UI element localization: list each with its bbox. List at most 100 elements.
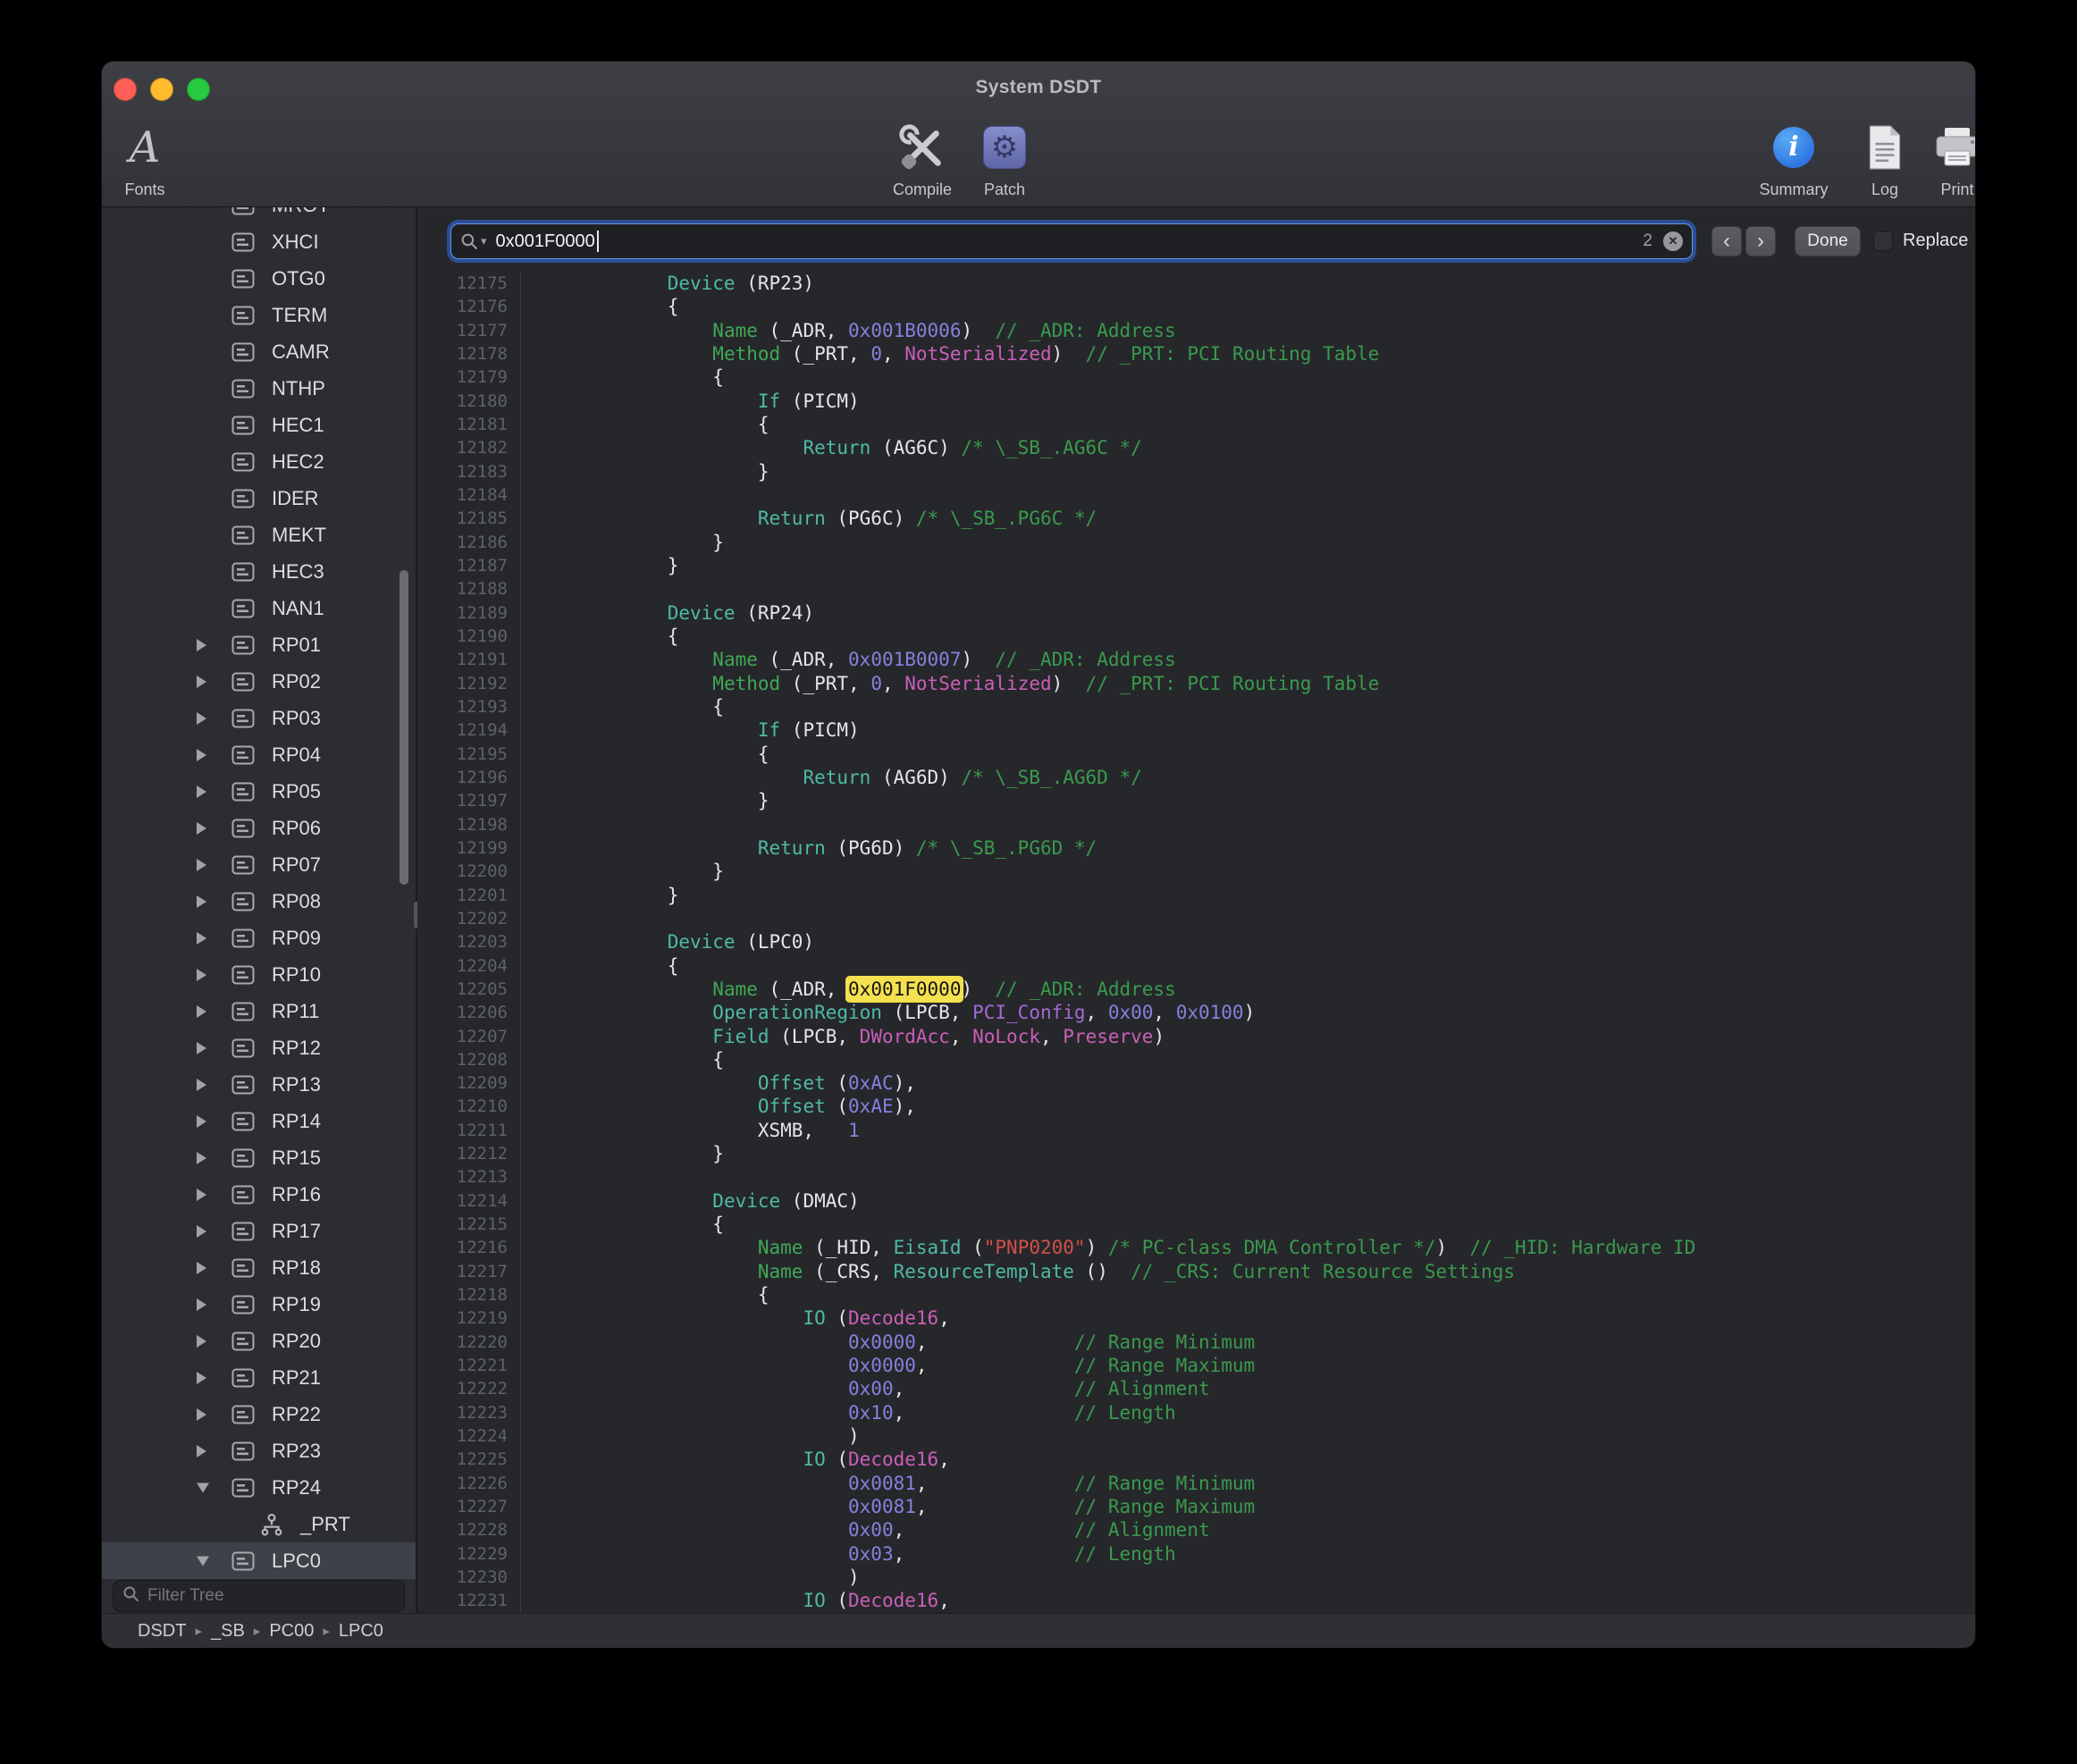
code-line[interactable]: 12210 Offset (0xAE), xyxy=(417,1095,1975,1118)
code-line[interactable]: 12227 0x0081, // Range Maximum xyxy=(417,1495,1975,1518)
filter-tree-input[interactable]: Filter Tree xyxy=(113,1580,405,1612)
tree-item-rp24[interactable]: RP24 xyxy=(102,1469,416,1506)
disclosure-collapsed-icon[interactable] xyxy=(197,969,206,981)
code-line[interactable]: 12183 } xyxy=(417,460,1975,483)
tree-item-rp13[interactable]: RP13 xyxy=(102,1066,416,1103)
code-line[interactable]: 12216 Name (_HID, EisaId ("PNP0200") /* … xyxy=(417,1236,1975,1259)
tree-item-rp06[interactable]: RP06 xyxy=(102,810,416,846)
code-line[interactable]: 12218 { xyxy=(417,1283,1975,1306)
tree-item-lpc0[interactable]: LPC0 xyxy=(102,1542,416,1579)
breadcrumb-item-pc00[interactable]: PC00 xyxy=(269,1621,314,1642)
tree-item-rp19[interactable]: RP19 xyxy=(102,1286,416,1323)
code-line[interactable]: 12213 xyxy=(417,1165,1975,1189)
disclosure-collapsed-icon[interactable] xyxy=(197,785,206,798)
disclosure-collapsed-icon[interactable] xyxy=(197,1372,206,1384)
clear-search-button[interactable]: ✕ xyxy=(1663,231,1683,251)
code-line[interactable]: 12231 IO (Decode16, xyxy=(417,1589,1975,1612)
breadcrumb-item-dsdt[interactable]: DSDT xyxy=(138,1621,186,1642)
code-line[interactable]: 12203 Device (LPC0) xyxy=(417,930,1975,953)
tree-item-rp01[interactable]: RP01 xyxy=(102,626,416,663)
disclosure-collapsed-icon[interactable] xyxy=(197,676,206,688)
code-line[interactable]: 12195 { xyxy=(417,743,1975,766)
code-line[interactable]: 12204 { xyxy=(417,954,1975,978)
code-line[interactable]: 12219 IO (Decode16, xyxy=(417,1306,1975,1330)
tree-item-rp18[interactable]: RP18 xyxy=(102,1249,416,1286)
tree-item-rp21[interactable]: RP21 xyxy=(102,1359,416,1396)
disclosure-collapsed-icon[interactable] xyxy=(197,932,206,945)
code-line[interactable]: 12202 xyxy=(417,907,1975,930)
disclosure-collapsed-icon[interactable] xyxy=(197,1042,206,1054)
search-icon[interactable]: ▾ xyxy=(460,232,487,251)
search-input[interactable]: ▾ 0x001F0000 2 ✕ xyxy=(450,223,1693,259)
code-line[interactable]: 12222 0x00, // Alignment xyxy=(417,1377,1975,1400)
code-line[interactable]: 12192 Method (_PRT, 0, NotSerialized) //… xyxy=(417,672,1975,695)
code-line[interactable]: 12197 } xyxy=(417,789,1975,812)
code-line[interactable]: 12207 Field (LPCB, DWordAcc, NoLock, Pre… xyxy=(417,1025,1975,1048)
tree-item-rp14[interactable]: RP14 xyxy=(102,1103,416,1139)
disclosure-collapsed-icon[interactable] xyxy=(197,1225,206,1238)
code-line[interactable]: 12182 Return (AG6C) /* \_SB_.AG6C */ xyxy=(417,436,1975,459)
tree-item-rp16[interactable]: RP16 xyxy=(102,1176,416,1213)
code-line[interactable]: 12230 ) xyxy=(417,1566,1975,1589)
tree-item-mrot[interactable]: MROT xyxy=(102,207,416,223)
breadcrumb-item-lpc0[interactable]: LPC0 xyxy=(339,1621,383,1642)
breadcrumb-item-sb[interactable]: _SB xyxy=(211,1621,245,1642)
find-previous-button[interactable]: ‹ xyxy=(1711,226,1742,256)
tree-item-camr[interactable]: CAMR xyxy=(102,333,416,370)
code-line[interactable]: 12206 OperationRegion (LPCB, PCI_Config,… xyxy=(417,1001,1975,1024)
tree-item-hec2[interactable]: HEC2 xyxy=(102,443,416,480)
disclosure-expanded-icon[interactable] xyxy=(197,1483,209,1492)
code-line[interactable]: 12229 0x03, // Length xyxy=(417,1542,1975,1566)
tree-item-rp04[interactable]: RP04 xyxy=(102,736,416,773)
code-line[interactable]: 12214 Device (DMAC) xyxy=(417,1189,1975,1213)
code-line[interactable]: 12205 Name (_ADR, 0x001F0000) // _ADR: A… xyxy=(417,978,1975,1001)
code-line[interactable]: 12199 Return (PG6D) /* \_SB_.PG6D */ xyxy=(417,836,1975,860)
code-line[interactable]: 12190 { xyxy=(417,625,1975,648)
sidebar-scrollbar[interactable] xyxy=(399,570,408,885)
code-line[interactable]: 12184 xyxy=(417,483,1975,507)
tree-item-rp23[interactable]: RP23 xyxy=(102,1432,416,1469)
toolbar-print-button[interactable]: Print xyxy=(1914,113,1975,199)
code-line[interactable]: 12189 Device (RP24) xyxy=(417,601,1975,625)
code-line[interactable]: 12178 Method (_PRT, 0, NotSerialized) //… xyxy=(417,342,1975,365)
tree-item-rp22[interactable]: RP22 xyxy=(102,1396,416,1432)
disclosure-collapsed-icon[interactable] xyxy=(197,859,206,871)
tree-item-rp03[interactable]: RP03 xyxy=(102,700,416,736)
code-line[interactable]: 12209 Offset (0xAC), xyxy=(417,1071,1975,1095)
disclosure-collapsed-icon[interactable] xyxy=(197,1262,206,1274)
code-line[interactable]: 12177 Name (_ADR, 0x001B0006) // _ADR: A… xyxy=(417,319,1975,342)
replace-label[interactable]: Replace xyxy=(1903,231,1968,251)
code-line[interactable]: 12211 XSMB, 1 xyxy=(417,1119,1975,1142)
code-line[interactable]: 12217 Name (_CRS, ResourceTemplate () //… xyxy=(417,1260,1975,1283)
code-line[interactable]: 12221 0x0000, // Range Maximum xyxy=(417,1354,1975,1377)
toolbar-summary-button[interactable]: i Summary xyxy=(1751,113,1837,199)
disclosure-collapsed-icon[interactable] xyxy=(197,895,206,908)
code-line[interactable]: 12187 } xyxy=(417,554,1975,577)
disclosure-collapsed-icon[interactable] xyxy=(197,822,206,835)
code-line[interactable]: 12212 } xyxy=(417,1142,1975,1165)
tree-item-rp08[interactable]: RP08 xyxy=(102,883,416,920)
disclosure-collapsed-icon[interactable] xyxy=(197,712,206,725)
tree-item-rp11[interactable]: RP11 xyxy=(102,993,416,1029)
tree-item-rp17[interactable]: RP17 xyxy=(102,1213,416,1249)
disclosure-collapsed-icon[interactable] xyxy=(197,1005,206,1018)
code-line[interactable]: 12215 { xyxy=(417,1213,1975,1236)
disclosure-collapsed-icon[interactable] xyxy=(197,1152,206,1164)
tree-item-hec3[interactable]: HEC3 xyxy=(102,553,416,590)
code-area[interactable]: 12175 Device (RP23)12176 {12177 Name (_A… xyxy=(417,272,1975,1613)
tree-item-rp07[interactable]: RP07 xyxy=(102,846,416,883)
code-line[interactable]: 12223 0x10, // Length xyxy=(417,1401,1975,1424)
toolbar-patch-button[interactable]: ⚙ Patch xyxy=(962,113,1047,199)
code-line[interactable]: 12208 { xyxy=(417,1048,1975,1071)
tree-item-rp15[interactable]: RP15 xyxy=(102,1139,416,1176)
disclosure-expanded-icon[interactable] xyxy=(197,1556,209,1566)
tree-item-rp02[interactable]: RP02 xyxy=(102,663,416,700)
disclosure-collapsed-icon[interactable] xyxy=(197,1298,206,1311)
replace-checkbox[interactable] xyxy=(1873,231,1893,251)
tree-item-term[interactable]: TERM xyxy=(102,297,416,333)
disclosure-collapsed-icon[interactable] xyxy=(197,749,206,761)
tree-item-_prt[interactable]: _PRT xyxy=(102,1506,416,1542)
code-line[interactable]: 12228 0x00, // Alignment xyxy=(417,1518,1975,1541)
tree-item-nthp[interactable]: NTHP xyxy=(102,370,416,407)
tree-item-xhci[interactable]: XHCI xyxy=(102,223,416,260)
